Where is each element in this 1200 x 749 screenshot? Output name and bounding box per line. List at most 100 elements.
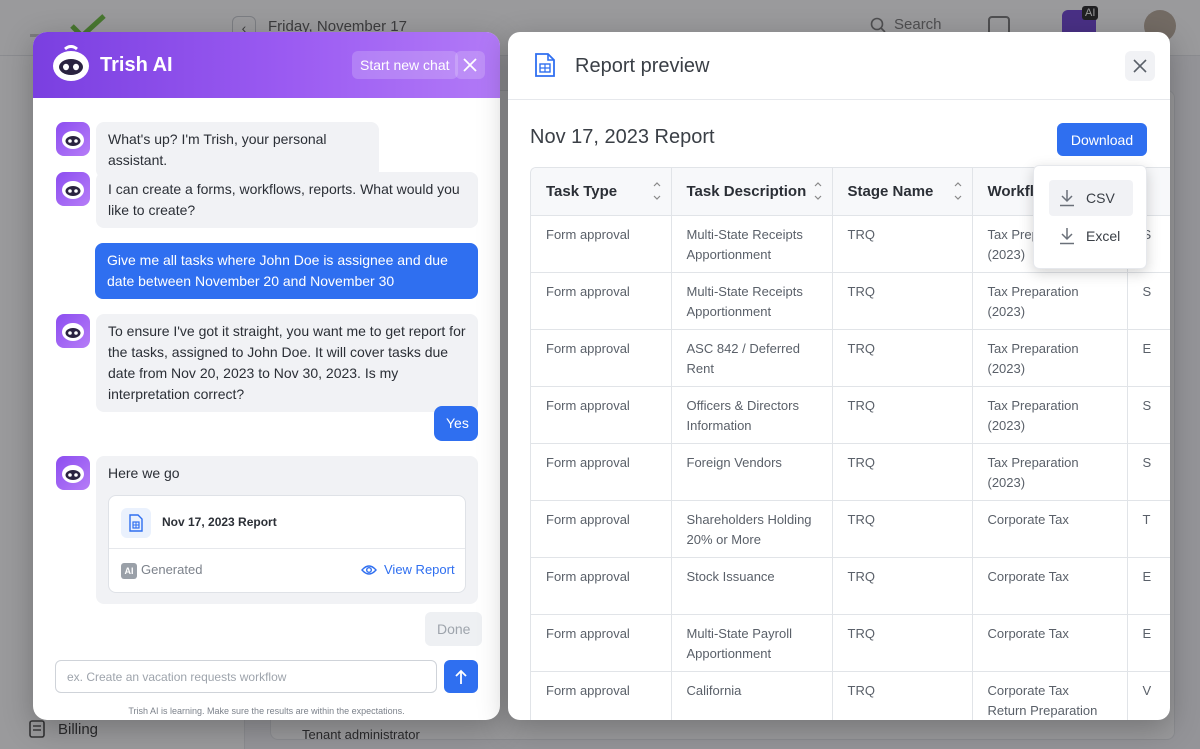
download-csv-option[interactable]: CSV	[1049, 180, 1133, 216]
close-icon	[1133, 59, 1147, 73]
view-report-link[interactable]: View Report	[361, 562, 455, 577]
table-cell: Form approval	[531, 386, 672, 444]
download-menu: CSV Excel	[1033, 165, 1147, 269]
table-cell: TRQ	[832, 557, 973, 615]
table-cell: Form approval	[531, 557, 672, 615]
table-cell: Corporate Tax	[972, 557, 1128, 615]
table-cell: TRQ	[832, 272, 973, 330]
column-header-task-type[interactable]: Task Type	[531, 168, 672, 216]
bot-message: Here we go	[108, 465, 180, 481]
download-button[interactable]: Download	[1057, 123, 1147, 156]
download-icon	[1060, 228, 1074, 245]
table-cell: Form approval	[531, 272, 672, 330]
close-chat-button[interactable]	[455, 51, 485, 79]
view-report-label: View Report	[384, 562, 455, 577]
bot-avatar	[56, 314, 90, 348]
table-cell: TRQ	[832, 215, 973, 273]
column-header-task-description[interactable]: Task Description	[671, 168, 833, 216]
report-card: Nov 17, 2023 Report AI Generated View Re…	[108, 495, 466, 593]
table-row[interactable]: Form approval Shareholders Holding 20% or…	[531, 500, 1170, 558]
table-body: Form approval Multi-State Receipts Apport…	[531, 215, 1170, 720]
table-cell: Form approval	[531, 500, 672, 558]
table-row[interactable]: Form approval Foreign Vendors TRQ Tax Prepa…	[531, 443, 1170, 501]
ai-disclaimer: Trish AI is learning. Make sure the resu…	[128, 706, 405, 716]
table-cell: V	[1127, 671, 1170, 720]
table-cell: Form approval	[531, 443, 672, 501]
table-cell: Form approval	[531, 329, 672, 387]
report-preview-panel: Report preview Nov 17, 2023 Report Downl…	[508, 32, 1170, 720]
bot-message: To ensure I've got it straight, you want…	[96, 314, 478, 412]
bot-avatar	[56, 122, 90, 156]
sort-icon	[954, 182, 961, 200]
table-row[interactable]: Form approval ASC 842 / Deferred Rent TRQ T…	[531, 329, 1170, 387]
close-preview-button[interactable]	[1125, 51, 1155, 81]
robot-icon	[62, 465, 84, 483]
table-cell: E	[1127, 329, 1170, 387]
report-card-header: Nov 17, 2023 Report	[109, 496, 465, 549]
report-card-title: Nov 17, 2023 Report	[162, 515, 277, 529]
ai-chip: AI	[121, 563, 137, 579]
table-cell: Officers & Directors Information	[671, 386, 833, 444]
table-cell: S	[1127, 443, 1170, 501]
eye-icon	[361, 564, 377, 575]
chat-header: Trish AI Start new chat	[33, 32, 500, 98]
table-cell: Form approval	[531, 614, 672, 672]
sort-icon	[814, 182, 821, 200]
bot-message: What's up? I'm Trish, your personal assi…	[96, 122, 379, 178]
table-cell: Corporate Tax	[972, 614, 1128, 672]
table-row[interactable]: Form approval Multi-State Receipts Apport…	[531, 272, 1170, 330]
done-button[interactable]: Done	[425, 612, 483, 646]
table-cell: Shareholders Holding 20% or More	[671, 500, 833, 558]
table-cell: TRQ	[832, 329, 973, 387]
table-row[interactable]: Form approval Officers & Directors Inform…	[531, 386, 1170, 444]
generated-label: Generated	[141, 562, 203, 577]
download-excel-option[interactable]: Excel	[1049, 218, 1133, 254]
table-row[interactable]: Form approval California TRQ Corporate Tax …	[531, 671, 1170, 720]
table-cell: Tax Preparation (2023)	[972, 386, 1128, 444]
table-cell: TRQ	[832, 386, 973, 444]
download-icon	[1060, 190, 1074, 207]
user-message: Yes	[434, 406, 478, 441]
table-cell: Stock Issuance	[671, 557, 833, 615]
spreadsheet-file-icon	[535, 53, 555, 77]
bot-message: I can create a forms, workflows, reports…	[96, 172, 478, 228]
user-message: Give me all tasks where John Doe is assi…	[95, 243, 478, 299]
table-cell: E	[1127, 557, 1170, 615]
table-cell: Multi-State Payroll Apportionment	[671, 614, 833, 672]
table-cell: Form approval	[531, 671, 672, 720]
start-new-chat-button[interactable]: Start new chat	[352, 51, 458, 79]
table-cell: Tax Preparation (2023)	[972, 443, 1128, 501]
chat-input[interactable]	[55, 660, 437, 693]
table-cell: Form approval	[531, 215, 672, 273]
table-cell: Tax Preparation (2023)	[972, 329, 1128, 387]
send-button[interactable]	[444, 660, 478, 693]
chat-panel: Trish AI Start new chat What's up? I'm T…	[33, 32, 500, 720]
table-cell: Corporate Tax Return Preparation	[972, 671, 1128, 720]
excel-label: Excel	[1086, 228, 1121, 244]
report-heading: Nov 17, 2023 Report	[530, 126, 715, 148]
table-cell: E	[1127, 614, 1170, 672]
table-cell: TRQ	[832, 671, 973, 720]
table-cell: Foreign Vendors	[671, 443, 833, 501]
table-cell: Tax Preparation (2023)	[972, 272, 1128, 330]
close-icon	[463, 58, 477, 72]
table-cell: Multi-State Receipts Apportionment	[671, 272, 833, 330]
table-cell: Corporate Tax	[972, 500, 1128, 558]
robot-icon	[62, 131, 84, 149]
spreadsheet-file-icon	[121, 508, 151, 538]
arrow-up-icon	[455, 669, 467, 684]
report-preview-header: Report preview	[508, 32, 1170, 100]
table-cell: California	[671, 671, 833, 720]
table-cell: TRQ	[832, 500, 973, 558]
table-row[interactable]: Form approval Stock Issuance TRQ Corporate …	[531, 557, 1170, 615]
robot-icon	[62, 323, 84, 341]
table-cell: T	[1127, 500, 1170, 558]
table-row[interactable]: Form approval Multi-State Payroll Apporti…	[531, 614, 1170, 672]
sort-icon	[653, 182, 660, 200]
table-cell: Multi-State Receipts Apportionment	[671, 215, 833, 273]
bot-avatar	[56, 456, 90, 490]
column-header-stage-name[interactable]: Stage Name	[832, 168, 973, 216]
csv-label: CSV	[1086, 190, 1115, 206]
bot-avatar	[56, 172, 90, 206]
robot-logo-icon	[53, 45, 89, 81]
